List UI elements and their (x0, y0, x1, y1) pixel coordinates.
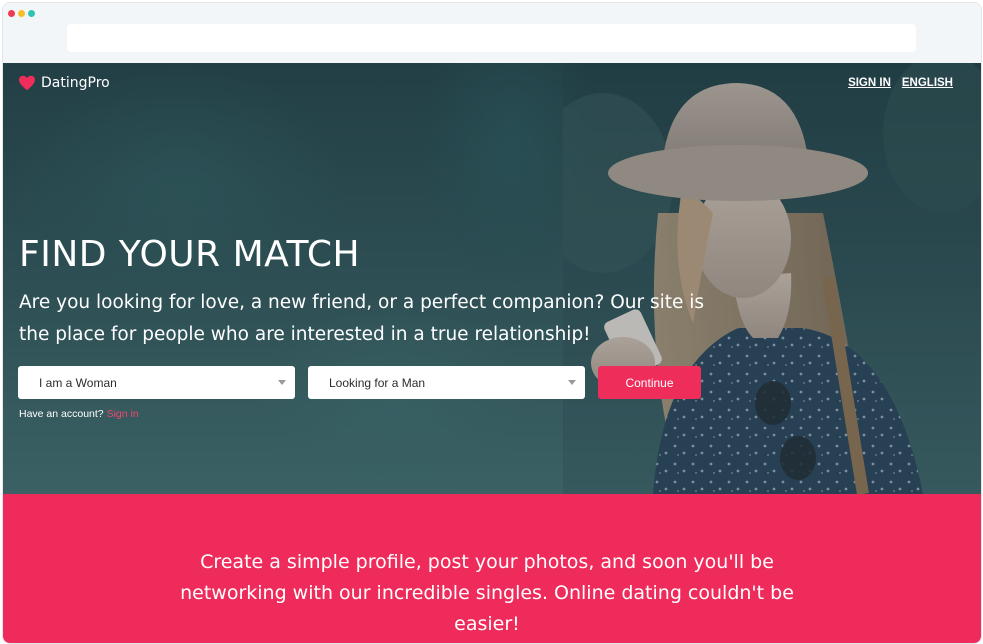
minimize-window-button[interactable] (18, 10, 25, 17)
chevron-down-icon (278, 380, 286, 385)
maximize-window-button[interactable] (28, 10, 35, 17)
intro-text: Create a simple profile, post your photo… (180, 551, 794, 635)
intro-band: Create a simple profile, post your photo… (3, 494, 981, 643)
gender-select-value: I am a Woman (39, 375, 117, 390)
heart-icon (19, 75, 35, 91)
site-logo[interactable]: DatingPro (18, 75, 110, 91)
browser-window: DatingPro SIGN IN ENGLISH FIND YOUR MATC… (3, 3, 981, 643)
seeking-select[interactable]: Looking for a Man (308, 366, 585, 399)
account-prompt: Have an account? Sign in (19, 408, 139, 420)
sign-in-link[interactable]: SIGN IN (848, 77, 891, 89)
language-selector[interactable]: ENGLISH (902, 77, 953, 89)
hero-section: DatingPro SIGN IN ENGLISH FIND YOUR MATC… (3, 63, 981, 494)
hero-subtitle: Are you looking for love, a new friend, … (19, 292, 705, 345)
sign-in-inline-link[interactable]: Sign in (107, 408, 139, 420)
seeking-select-value: Looking for a Man (329, 375, 426, 390)
window-controls (8, 10, 35, 17)
close-window-button[interactable] (8, 10, 15, 17)
chevron-down-icon (568, 380, 576, 385)
hero-title: FIND YOUR MATCH (19, 234, 361, 275)
address-bar[interactable] (67, 24, 916, 52)
continue-button[interactable]: Continue (598, 366, 701, 399)
account-prompt-text: Have an account? (19, 408, 107, 420)
browser-toolbar (3, 3, 981, 63)
top-navigation: SIGN IN ENGLISH (848, 77, 953, 89)
hero-photo (563, 63, 981, 494)
logo-text: DatingPro (41, 75, 110, 91)
gender-select[interactable]: I am a Woman (18, 366, 295, 399)
